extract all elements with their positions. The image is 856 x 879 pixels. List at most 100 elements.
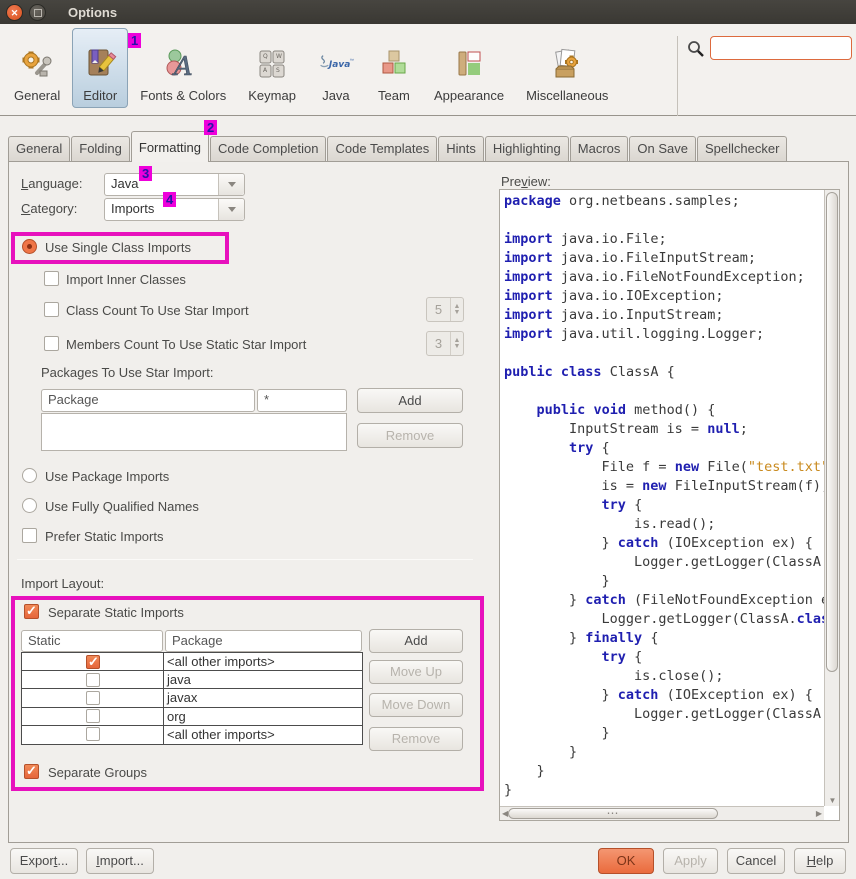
tab-macros[interactable]: Macros xyxy=(570,136,629,162)
static-cell xyxy=(22,671,164,688)
formatting-panel: Language: Java Category: Imports Use Sin… xyxy=(8,161,849,843)
members-count-label: Members Count To Use Static Star Import xyxy=(66,337,306,352)
class-count-checkbox[interactable] xyxy=(44,302,59,317)
chevron-down-icon xyxy=(218,174,244,195)
tab-on-save[interactable]: On Save xyxy=(629,136,696,162)
help-button[interactable]: Help xyxy=(794,848,846,874)
layout-remove-button[interactable]: Remove xyxy=(369,727,463,751)
category-fonts[interactable]: AFonts & Colors xyxy=(130,28,236,108)
package-column-header[interactable]: Package xyxy=(165,630,362,652)
code-line: Logger.getLogger(ClassA.class xyxy=(504,705,824,724)
window-title: Options xyxy=(68,5,117,20)
package-cell: java xyxy=(164,671,362,688)
layout-add-button[interactable]: Add xyxy=(369,629,463,653)
category-label: Appearance xyxy=(434,88,504,103)
window-maximize-button[interactable] xyxy=(29,4,46,21)
star-column-header[interactable]: * xyxy=(257,389,347,412)
static-column-header[interactable]: Static xyxy=(21,630,163,652)
tab-general[interactable]: General xyxy=(8,136,70,162)
static-checkbox[interactable] xyxy=(86,691,100,705)
table-row[interactable]: <all other imports> xyxy=(22,726,362,744)
import-inner-classes-label: Import Inner Classes xyxy=(66,272,186,287)
annotation-badge-3: 3 xyxy=(139,166,152,181)
table-row[interactable]: javax xyxy=(22,689,362,707)
code-line: import java.io.InputStream; xyxy=(504,306,824,325)
category-keymap[interactable]: QWASKeymap xyxy=(238,28,306,108)
vertical-scroll-thumb[interactable] xyxy=(826,192,838,672)
layout-move-down-button[interactable]: Move Down xyxy=(369,693,463,717)
category-label: Category: xyxy=(21,201,77,216)
tab-spellchecker[interactable]: Spellchecker xyxy=(697,136,787,162)
code-preview: package org.netbeans.samples; import jav… xyxy=(500,190,824,806)
horizontal-scroll-thumb[interactable] xyxy=(508,808,718,819)
code-line: is.read(); xyxy=(504,515,824,534)
scroll-down-icon[interactable]: ▼ xyxy=(825,796,840,805)
package-cell: <all other imports> xyxy=(164,726,362,744)
layout-move-up-button[interactable]: Move Up xyxy=(369,660,463,684)
import-button[interactable]: Import... xyxy=(86,848,154,874)
annotation-badge-1: 1 xyxy=(128,33,141,48)
category-team[interactable]: Team xyxy=(366,28,422,108)
tab-hints[interactable]: Hints xyxy=(438,136,484,162)
spinner-arrows-icon[interactable]: ▲▼ xyxy=(450,298,463,321)
code-line: Logger.getLogger(ClassA.class xyxy=(504,553,824,572)
prefer-static-imports-checkbox[interactable] xyxy=(22,528,37,543)
static-checkbox[interactable] xyxy=(86,673,100,687)
tab-formatting[interactable]: Formatting xyxy=(131,131,209,162)
code-line: Logger.getLogger(ClassA.class. xyxy=(504,610,824,629)
tab-code-completion[interactable]: Code Completion xyxy=(210,136,326,162)
cancel-button[interactable]: Cancel xyxy=(727,848,785,874)
package-remove-button[interactable]: Remove xyxy=(357,423,463,448)
code-line: } finally { xyxy=(504,629,824,648)
appearance-icon xyxy=(451,46,487,82)
package-add-button[interactable]: Add xyxy=(357,388,463,413)
table-row[interactable]: <all other imports> xyxy=(22,653,362,671)
window-close-button[interactable] xyxy=(6,4,23,21)
category-value: Imports xyxy=(105,199,218,220)
tab-code-templates[interactable]: Code Templates xyxy=(327,136,437,162)
package-cell: <all other imports> xyxy=(164,653,362,670)
separate-static-imports-label: Separate Static Imports xyxy=(48,605,184,620)
package-column-header[interactable]: Package xyxy=(41,389,255,412)
tab-highlighting[interactable]: Highlighting xyxy=(485,136,569,162)
category-editor[interactable]: Editor xyxy=(72,28,128,108)
ok-button[interactable]: OK xyxy=(598,848,654,874)
table-row[interactable]: org xyxy=(22,708,362,726)
static-checkbox[interactable] xyxy=(86,727,100,741)
scroll-right-icon[interactable]: ▶ xyxy=(816,809,822,818)
use-package-imports-radio[interactable] xyxy=(22,468,37,483)
export-button[interactable]: Export... xyxy=(10,848,78,874)
apply-button[interactable]: Apply xyxy=(663,848,718,874)
use-fully-qualified-names-radio[interactable] xyxy=(22,498,37,513)
category-general[interactable]: General xyxy=(4,28,70,108)
separate-groups-checkbox[interactable] xyxy=(24,764,39,779)
import-layout-table: <all other imports>javajavaxorg<all othe… xyxy=(21,652,363,745)
import-inner-classes-checkbox[interactable] xyxy=(44,271,59,286)
search-input[interactable] xyxy=(710,36,852,60)
table-row[interactable]: java xyxy=(22,671,362,689)
code-line: package org.netbeans.samples; xyxy=(504,192,824,211)
category-appearance[interactable]: Appearance xyxy=(424,28,514,108)
static-checkbox[interactable] xyxy=(86,709,100,723)
preview-label: Preview: xyxy=(501,174,551,189)
code-line: } xyxy=(504,572,824,591)
members-count-checkbox[interactable] xyxy=(44,336,59,351)
package-star-list[interactable] xyxy=(41,413,347,451)
members-count-spinner[interactable]: 3 ▲▼ xyxy=(426,331,464,356)
code-line: public class ClassA { xyxy=(504,363,824,382)
category-misc[interactable]: Miscellaneous xyxy=(516,28,618,108)
vertical-scrollbar[interactable]: ▲ ▼ xyxy=(824,190,839,806)
language-label: Language: xyxy=(21,176,82,191)
static-checkbox[interactable] xyxy=(86,655,100,669)
category-label: Team xyxy=(378,88,410,103)
code-line: import java.io.IOException; xyxy=(504,287,824,306)
category-java[interactable]: Java™Java xyxy=(308,28,364,108)
horizontal-scrollbar[interactable]: ◀ ▶ xyxy=(500,806,824,820)
separate-static-imports-checkbox[interactable] xyxy=(24,604,39,619)
tab-folding[interactable]: Folding xyxy=(71,136,130,162)
code-line: try { xyxy=(504,496,824,515)
class-count-spinner[interactable]: 5 ▲▼ xyxy=(426,297,464,322)
annotation-badge-4: 4 xyxy=(163,192,176,207)
use-single-class-imports-radio[interactable] xyxy=(22,239,37,254)
spinner-arrows-icon[interactable]: ▲▼ xyxy=(450,332,463,355)
